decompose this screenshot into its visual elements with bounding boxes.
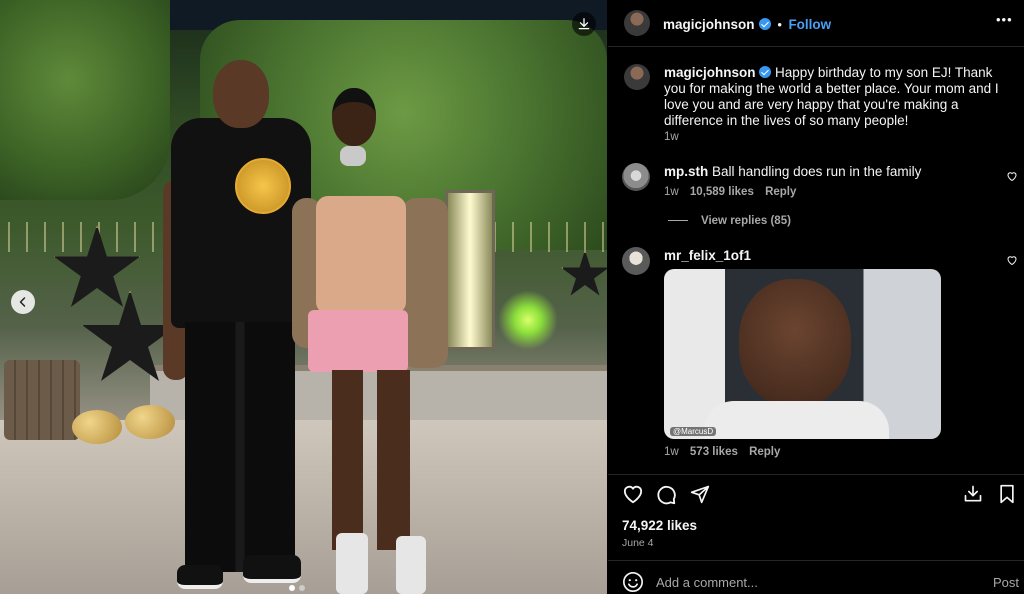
- comment-like-heart-icon[interactable]: [1006, 170, 1018, 182]
- download-button[interactable]: [572, 12, 596, 36]
- comment-meta: 1w 10,589 likes Reply: [664, 186, 796, 198]
- bookmark-icon[interactable]: [998, 484, 1016, 504]
- person-man: [163, 60, 313, 594]
- actions-divider: [608, 474, 1024, 475]
- comment-time[interactable]: 1w: [664, 446, 679, 458]
- gif-face: [739, 279, 851, 407]
- person-torso: [171, 118, 311, 328]
- comment-likes[interactable]: 10,589 likes: [690, 186, 754, 198]
- caption-username[interactable]: magicjohnson: [664, 65, 756, 80]
- photo-spotlight: [498, 290, 558, 350]
- composer-divider: [608, 560, 1024, 561]
- star-balloon: [561, 250, 607, 296]
- header-divider: [608, 46, 1024, 47]
- comment-username[interactable]: mr_felix_1of1: [664, 248, 751, 263]
- author-avatar[interactable]: [624, 10, 650, 36]
- carousel-indicator: [289, 585, 305, 591]
- carousel-prev-button[interactable]: [11, 290, 35, 314]
- commenter-avatar[interactable]: [622, 163, 650, 191]
- post-date[interactable]: June 4: [622, 537, 654, 549]
- more-options-button[interactable]: •••: [996, 12, 1013, 27]
- chevron-left-icon: [19, 297, 26, 307]
- post-header: magicjohnson • Follow •••: [608, 0, 1024, 46]
- comment-time[interactable]: 1w: [664, 186, 679, 198]
- person-necklace: [340, 146, 366, 166]
- post-header-row: magicjohnson • Follow: [663, 16, 831, 34]
- person-boot: [396, 536, 426, 594]
- comment-item: mr_felix_1of1: [664, 248, 751, 264]
- heart-icon[interactable]: [622, 484, 644, 504]
- carousel-dot-active: [289, 585, 295, 591]
- gif-watermark: @MarcusD: [670, 427, 717, 436]
- person-head: [332, 88, 376, 146]
- person-fur: [402, 198, 448, 368]
- person-shoe: [177, 565, 223, 589]
- gif-shirt: [704, 401, 889, 439]
- person-boot: [336, 533, 368, 594]
- shirt-logo: [235, 158, 291, 214]
- comment-gif[interactable]: @MarcusD: [664, 269, 941, 439]
- caption: magicjohnson Happy birthday to my son EJ…: [664, 65, 1004, 129]
- comment-meta: 1w 573 likes Reply: [664, 446, 780, 458]
- photo-hedge-left: [0, 0, 170, 200]
- photo-lamp: [445, 190, 495, 350]
- person-head: [213, 60, 269, 128]
- reply-button[interactable]: Reply: [765, 186, 796, 198]
- comment-item: mp.sth Ball handling does run in the fam…: [664, 164, 994, 180]
- comment-icon[interactable]: [655, 484, 677, 506]
- comment-like-heart-icon[interactable]: [1006, 254, 1018, 266]
- separator-dot: •: [777, 17, 782, 32]
- post-comment-button[interactable]: Post: [993, 575, 1019, 590]
- person-legs: [332, 370, 410, 550]
- comment-username[interactable]: mp.sth: [664, 164, 708, 179]
- verified-badge-icon: [759, 66, 772, 78]
- commenter-avatar[interactable]: [622, 247, 650, 275]
- caption-avatar[interactable]: [624, 64, 650, 90]
- person-skirt: [308, 310, 408, 372]
- comment-input[interactable]: Add a comment...: [656, 575, 758, 590]
- post-side-panel: magicjohnson • Follow ••• magicjohnson H…: [608, 0, 1024, 594]
- share-icon[interactable]: [689, 484, 711, 504]
- view-replies-button[interactable]: View replies (85): [701, 215, 791, 227]
- caption-time[interactable]: 1w: [664, 131, 679, 143]
- photo-planter: [4, 360, 80, 440]
- comment-text: Ball handling does run in the family: [712, 164, 922, 179]
- view-replies-line: [668, 220, 688, 221]
- download-icon: [578, 18, 590, 30]
- comment-likes[interactable]: 573 likes: [690, 446, 738, 458]
- verified-badge-icon: [758, 18, 771, 30]
- author-username[interactable]: magicjohnson: [663, 17, 755, 32]
- gold-balloon: [72, 410, 122, 444]
- follow-button[interactable]: Follow: [788, 17, 831, 32]
- likes-count[interactable]: 74,922 likes: [622, 518, 697, 533]
- person-top: [316, 196, 406, 314]
- post-photo[interactable]: [0, 0, 607, 594]
- carousel-dot: [299, 585, 305, 591]
- person-woman: [292, 88, 452, 594]
- person-legs: [185, 322, 295, 572]
- reply-button[interactable]: Reply: [749, 446, 780, 458]
- save-icon[interactable]: [962, 484, 984, 504]
- emoji-icon[interactable]: [622, 571, 644, 593]
